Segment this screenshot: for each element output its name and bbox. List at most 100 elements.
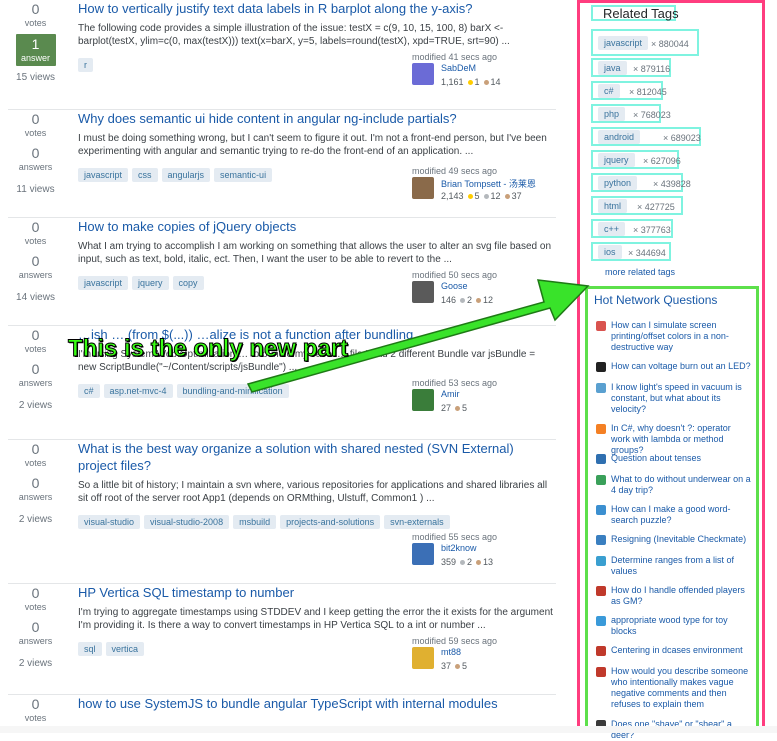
hot-question-item[interactable]: How can I make a good word-search puzzle… — [596, 504, 752, 526]
question-list: 0 votes 1 answer 15 views How to vertically … — [0, 0, 562, 733]
view-count: 2 views — [18, 400, 53, 411]
related-tag-link[interactable]: android — [598, 130, 641, 144]
user-link[interactable]: Amir — [441, 389, 460, 399]
question-title-link[interactable]: Why does semantic ui hide content in ang… — [78, 110, 556, 127]
related-tag-link[interactable]: java — [598, 61, 627, 75]
hot-question-link[interactable]: How do I handle offended players as GM? — [611, 585, 752, 607]
related-tag-link[interactable]: php — [598, 107, 626, 121]
user-link[interactable]: Goose — [441, 281, 468, 291]
hot-question-item[interactable]: How do I handle offended players as GM? — [596, 585, 752, 607]
avatar[interactable] — [412, 647, 434, 669]
vote-number: 0 — [31, 327, 40, 343]
tag-link[interactable]: visual-studio-2008 — [144, 515, 230, 529]
tag-link[interactable]: c# — [78, 384, 100, 398]
tag-link[interactable]: copy — [172, 276, 204, 290]
silver-badge-icon — [460, 297, 466, 303]
hot-question-link[interactable]: How can I make a good word-search puzzle… — [611, 504, 752, 526]
hot-question-link[interactable]: I know light's speed in vacuum is consta… — [611, 382, 752, 415]
avatar[interactable] — [412, 177, 434, 199]
tag-link[interactable]: angularjs — [161, 168, 211, 182]
question-title-link[interactable]: What is the best way organize a solution… — [78, 440, 556, 474]
hot-question-item[interactable]: What to do without underwear on a 4 day … — [596, 474, 752, 496]
answer-number: 0 — [31, 145, 40, 161]
hot-question-link[interactable]: appropriate wood type for toy blocks — [611, 615, 752, 637]
hot-question-item[interactable]: How can I simulate screen printing/offse… — [596, 320, 752, 353]
tag-link[interactable]: vertica — [105, 642, 145, 656]
hot-question-item[interactable]: Centering in dcases environment — [596, 645, 752, 656]
hot-question-item[interactable]: How would you describe someone who inten… — [596, 666, 752, 710]
question-title-link[interactable]: how to use SystemJS to bundle angular Ty… — [78, 695, 556, 712]
tag-link[interactable]: projects-and-solutions — [280, 515, 381, 529]
related-tag-link[interactable]: c# — [598, 84, 620, 98]
related-tag-link[interactable]: python — [598, 176, 638, 190]
tag-link[interactable]: msbuild — [233, 515, 277, 529]
annotation-callout: This is the only new part — [67, 335, 349, 363]
tag-link[interactable]: r — [78, 58, 93, 72]
tag-link[interactable]: bundling-and-minification — [176, 384, 289, 398]
modified-time: modified 53 secs ago — [412, 378, 498, 388]
related-tag-row: php × 768023 — [591, 104, 671, 123]
hot-question-item[interactable]: Question about tenses — [596, 453, 752, 464]
hot-question-item[interactable]: In C#, why doesn't ?: operator work with… — [596, 423, 752, 456]
tag-link[interactable]: sql — [78, 642, 102, 656]
user-link[interactable]: mt88 — [441, 647, 461, 657]
tag-link[interactable]: javascript — [78, 168, 129, 182]
related-tag-link[interactable]: ios — [598, 245, 622, 259]
question-title-link[interactable]: How to make copies of jQuery objects — [78, 218, 556, 235]
tag-link[interactable]: semantic-ui — [214, 168, 273, 182]
bronze-badge-icon — [476, 559, 482, 565]
tag-link[interactable]: jquery — [132, 276, 169, 290]
question-summary: 0 votes 0 answers 14 views How to make copie… — [8, 218, 556, 326]
related-tag-link[interactable]: javascript — [598, 36, 649, 50]
question-owner: modified 53 secs ago Amir 27 5 — [412, 378, 498, 413]
avatar[interactable] — [412, 281, 434, 303]
reputation: 27 — [441, 403, 452, 413]
question-title-link[interactable]: HP Vertica SQL timestamp to number — [78, 584, 556, 601]
hot-question-link[interactable]: How would you describe someone who inten… — [611, 666, 752, 710]
answer-count: 0 answers — [8, 618, 63, 652]
user-link[interactable]: Brian Tompsett - 汤莱恩 — [441, 177, 536, 190]
hot-question-item[interactable]: Determine ranges from a list of values — [596, 555, 752, 577]
hot-question-link[interactable]: What to do without underwear on a 4 day … — [611, 474, 752, 496]
bronze-count: 13 — [483, 557, 494, 567]
avatar[interactable] — [412, 543, 434, 565]
hot-question-link[interactable]: Centering in dcases environment — [611, 645, 752, 656]
related-tag-count: × 689023 — [663, 133, 701, 143]
avatar[interactable] — [412, 389, 434, 411]
answer-count: 0 answers — [8, 144, 63, 178]
bronze-count: 5 — [462, 403, 468, 413]
hot-question-item[interactable]: How can voltage burn out an LED? — [596, 361, 752, 372]
hot-question-link[interactable]: Resigning (Inevitable Checkmate) — [611, 534, 752, 545]
question-title-link[interactable]: How to vertically justify text data labe… — [78, 0, 556, 17]
tag-link[interactable]: svn-externals — [384, 515, 450, 529]
hot-question-item[interactable]: appropriate wood type for toy blocks — [596, 615, 752, 637]
hot-question-link[interactable]: Determine ranges from a list of values — [611, 555, 752, 577]
related-tag-row: android × 689023 — [591, 127, 701, 146]
hot-network-title: Hot Network Questions — [594, 293, 718, 307]
tag-link[interactable]: asp.net-mvc-4 — [103, 384, 173, 398]
answer-count: 0 answers — [8, 252, 63, 286]
related-tag-count: × 879116 — [633, 64, 671, 74]
hot-question-link[interactable]: In C#, why doesn't ?: operator work with… — [611, 423, 752, 456]
tag-link[interactable]: css — [132, 168, 158, 182]
hot-question-link[interactable]: How can voltage burn out an LED? — [611, 361, 752, 372]
tag-link[interactable]: visual-studio — [78, 515, 141, 529]
hot-question-item[interactable]: I know light's speed in vacuum is consta… — [596, 382, 752, 415]
related-tag-link[interactable]: jquery — [598, 153, 635, 167]
answer-label: answers — [18, 270, 53, 280]
site-icon — [596, 556, 606, 566]
hot-question-link[interactable]: How can I simulate screen printing/offse… — [611, 320, 752, 353]
user-link[interactable]: bit2know — [441, 543, 477, 553]
related-tag-link[interactable]: html — [598, 199, 628, 213]
more-related-tags-link[interactable]: more related tags — [605, 267, 675, 277]
hot-question-item[interactable]: Resigning (Inevitable Checkmate) — [596, 534, 752, 545]
question-excerpt: The following code provides a simple ill… — [78, 23, 510, 47]
silver-count: 12 — [490, 191, 501, 201]
tag-link[interactable]: javascript — [78, 276, 129, 290]
avatar[interactable] — [412, 63, 434, 85]
user-link[interactable]: SabDeM — [441, 63, 476, 73]
hot-question-link[interactable]: Question about tenses — [611, 453, 752, 464]
related-tag-row: jquery × 627096 — [591, 150, 681, 169]
related-tag-link[interactable]: c++ — [598, 222, 626, 236]
modified-time: modified 59 secs ago — [412, 636, 498, 646]
